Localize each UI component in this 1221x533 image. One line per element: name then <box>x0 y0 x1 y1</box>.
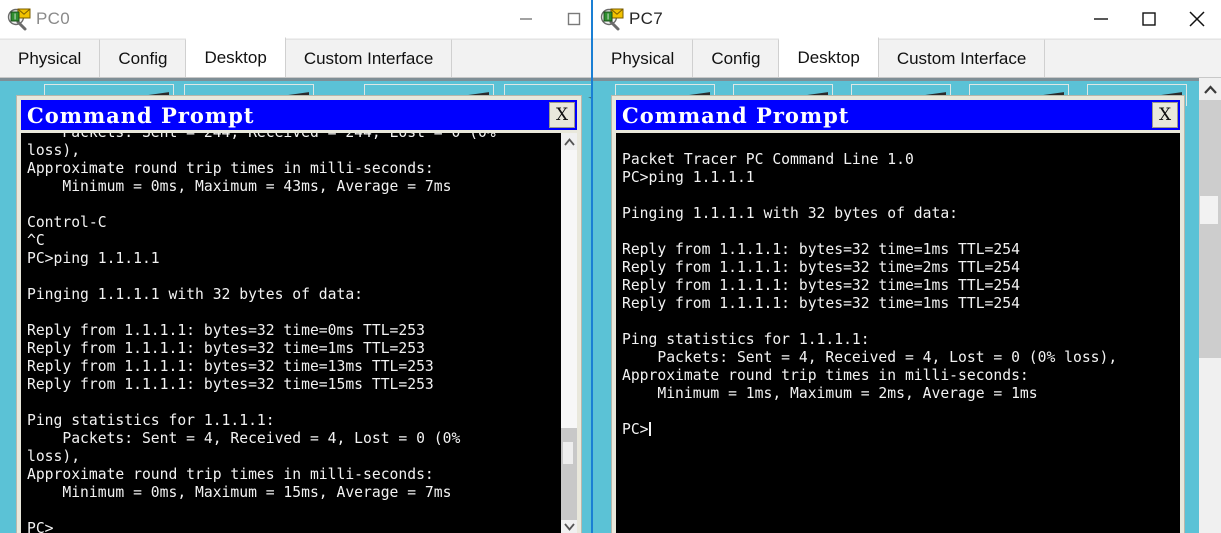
window-title-pc7: PC7 <box>629 9 663 28</box>
terminal-output-pc0[interactable]: Packets: Sent = 244, Received = 244, Los… <box>21 133 560 533</box>
command-prompt-body-pc7: Packet Tracer PC Command Line 1.0 PC>pin… <box>616 133 1180 533</box>
command-prompt-titlebar-pc7[interactable]: Command Prompt X <box>616 100 1180 130</box>
desktop-scroll-thumb-pc7[interactable] <box>1199 100 1221 358</box>
desktop-scroll-up-arrow-pc7[interactable] <box>1199 78 1221 100</box>
minimize-button-pc0[interactable] <box>502 0 550 38</box>
tab-config-pc7[interactable]: Config <box>693 39 780 77</box>
tab-desktop-pc0[interactable]: Desktop <box>186 37 286 77</box>
tabstrip-pc0: Physical Config Desktop Custom Interface <box>0 37 598 78</box>
desktop-scrollbar-pc7[interactable] <box>1199 78 1221 533</box>
window-title-pc0: PC0 <box>36 9 70 28</box>
tab-physical-pc0[interactable]: Physical <box>0 39 101 77</box>
svg-text:I: I <box>14 13 16 22</box>
command-prompt-body-pc0: Packets: Sent = 244, Received = 244, Los… <box>21 133 577 533</box>
desktop-panel-pc0: Command Prompt X Packets: Sent = 244, Re… <box>0 78 592 533</box>
tab-config-pc0[interactable]: Config <box>100 39 187 77</box>
command-prompt-close-button-pc7[interactable]: X <box>1152 102 1178 128</box>
desktop-scroll-track-pc7[interactable] <box>1199 100 1221 533</box>
tab-custom-interface-pc0[interactable]: Custom Interface <box>285 39 453 77</box>
terminal-output-pc7[interactable]: Packet Tracer PC Command Line 1.0 PC>pin… <box>616 133 1180 533</box>
tab-desktop-pc7[interactable]: Desktop <box>779 37 879 77</box>
scroll-up-arrow-pc0[interactable] <box>561 133 577 150</box>
minimize-button-pc7[interactable] <box>1077 0 1125 38</box>
terminal-scroll-thumb-pc0[interactable] <box>561 428 577 520</box>
tab-custom-interface-pc7[interactable]: Custom Interface <box>878 39 1046 77</box>
tab-physical-pc7[interactable]: Physical <box>593 39 694 77</box>
tabstrip-filler-pc0 <box>452 39 598 77</box>
device-window-pc0: I PC0 Physical Config Desktop Custom Int… <box>0 0 598 533</box>
screen: I PC0 Physical Config Desktop Custom Int… <box>0 0 1221 533</box>
desktop-top-rule-pc7 <box>593 78 1221 81</box>
window-controls-pc0 <box>502 0 598 38</box>
command-prompt-window-pc7: Command Prompt X Packet Tracer PC Comman… <box>611 95 1185 533</box>
tabstrip-filler-pc7 <box>1045 39 1221 77</box>
titlebar-pc7[interactable]: I PC7 <box>593 0 1221 38</box>
scroll-down-arrow-pc0[interactable] <box>561 518 577 533</box>
packet-tracer-pdu-icon: I <box>599 6 625 32</box>
command-prompt-title-pc0: Command Prompt <box>27 102 255 128</box>
command-prompt-close-button-pc0[interactable]: X <box>549 102 575 128</box>
command-prompt-titlebar-pc0[interactable]: Command Prompt X <box>21 100 577 130</box>
command-prompt-window-pc0: Command Prompt X Packets: Sent = 244, Re… <box>16 95 582 533</box>
close-button-pc7[interactable] <box>1173 0 1221 38</box>
terminal-scrollbar-pc0[interactable] <box>560 133 577 533</box>
window-controls-pc7 <box>1077 0 1221 38</box>
device-window-pc7: I PC7 Physical Config Desktop Custom Int… <box>591 0 1221 533</box>
terminal-scroll-track-pc0[interactable] <box>561 150 577 520</box>
terminal-cursor-pc7 <box>648 422 651 436</box>
maximize-button-pc7[interactable] <box>1125 0 1173 38</box>
command-prompt-title-pc7: Command Prompt <box>622 102 850 128</box>
titlebar-pc0[interactable]: I PC0 <box>0 0 598 38</box>
desktop-panel-pc7: Command Prompt X Packet Tracer PC Comman… <box>593 78 1221 533</box>
tabstrip-pc7: Physical Config Desktop Custom Interface <box>593 37 1221 78</box>
desktop-top-rule-pc0 <box>0 78 592 81</box>
svg-text:I: I <box>607 13 609 22</box>
packet-tracer-pdu-icon: I <box>6 6 32 32</box>
